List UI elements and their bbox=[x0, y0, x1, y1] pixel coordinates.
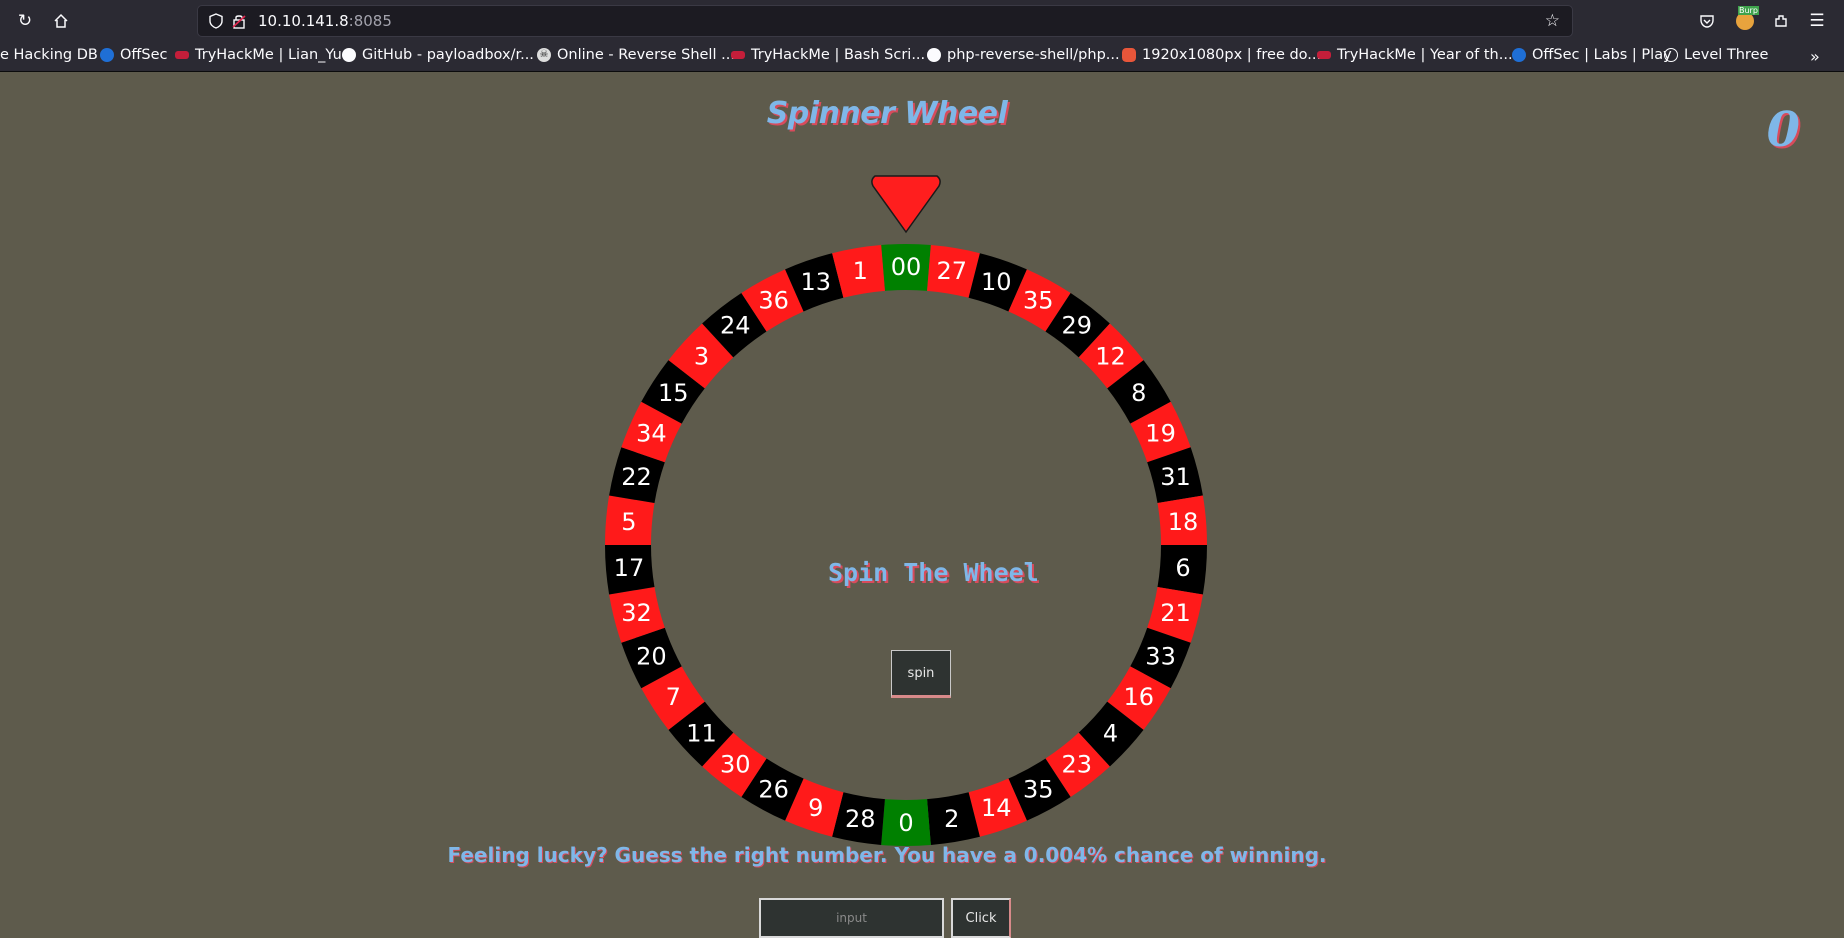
tryhackme-icon bbox=[1317, 51, 1331, 59]
spin-button[interactable]: spin bbox=[891, 650, 951, 698]
wheel-pocket-number: 29 bbox=[1061, 312, 1092, 340]
wheel-pointer bbox=[871, 175, 941, 234]
bookmark-item[interactable]: ☠ Online - Reverse Shell ... bbox=[537, 47, 735, 63]
offsec-icon bbox=[1512, 48, 1526, 62]
bookmark-item[interactable]: OffSec | Labs | Play bbox=[1512, 47, 1672, 63]
instructions-text: Feeling lucky? Guess the right number. Y… bbox=[447, 843, 1327, 867]
wheel-pocket-number: 30 bbox=[720, 750, 751, 778]
wheel-pocket-number: 6 bbox=[1175, 554, 1190, 582]
guess-input[interactable] bbox=[759, 898, 944, 938]
wheel-pocket-number: 24 bbox=[720, 312, 751, 340]
github-icon bbox=[342, 48, 356, 62]
globe-icon bbox=[1664, 48, 1678, 62]
wheel-pocket-number: 22 bbox=[621, 463, 652, 491]
wheel-pocket-number: 18 bbox=[1168, 508, 1199, 536]
extensions-icon[interactable] bbox=[1768, 8, 1794, 34]
wheel-pocket-number: 21 bbox=[1160, 599, 1191, 627]
wheel-pocket-number: 36 bbox=[758, 287, 789, 315]
wheel-pocket-number: 27 bbox=[936, 257, 967, 285]
wheel-pocket-number: 4 bbox=[1103, 719, 1118, 747]
bookmark-star-icon[interactable]: ☆ bbox=[1545, 11, 1560, 31]
wheel-pocket-number: 8 bbox=[1131, 379, 1146, 407]
wheel-pocket-number: 15 bbox=[658, 379, 689, 407]
bookmark-item[interactable]: TryHackMe | Lian_Yu bbox=[175, 47, 342, 63]
bookmarks-bar: e Hacking DB OffSec TryHackMe | Lian_Yu … bbox=[0, 42, 1844, 72]
wheel-pocket-number: 11 bbox=[686, 719, 717, 747]
burp-badge: Burp bbox=[1738, 6, 1759, 15]
reload-icon[interactable]: ↻ bbox=[12, 8, 38, 34]
wheel-caption: Spin The Wheel bbox=[828, 558, 1039, 587]
wheel-pocket-number: 17 bbox=[614, 554, 645, 582]
bookmark-item[interactable]: TryHackMe | Bash Scri... bbox=[731, 47, 925, 63]
wheel-pocket-number: 35 bbox=[1023, 775, 1054, 803]
wheel-pocket-number: 7 bbox=[666, 683, 681, 711]
wheel-pocket-number: 5 bbox=[621, 508, 636, 536]
submit-guess-button[interactable]: Click bbox=[951, 898, 1011, 938]
wheel-pocket-number: 0 bbox=[898, 809, 913, 837]
bookmark-item[interactable]: php-reverse-shell/php... bbox=[927, 47, 1120, 63]
skull-icon: ☠ bbox=[537, 48, 551, 62]
wheel-pocket-number: 1 bbox=[853, 257, 868, 285]
wheel-pocket-number: 00 bbox=[891, 253, 922, 281]
wheel-pocket-number: 33 bbox=[1145, 643, 1176, 671]
wheel-pocket-number: 34 bbox=[636, 419, 667, 447]
home-icon[interactable] bbox=[48, 8, 74, 34]
bookmark-item[interactable]: GitHub - payloadbox/r... bbox=[342, 47, 534, 63]
bookmark-item[interactable]: e Hacking DB bbox=[0, 47, 98, 63]
wheel-pocket-number: 19 bbox=[1145, 419, 1176, 447]
wheel-pocket-number: 26 bbox=[758, 775, 789, 803]
bookmark-item[interactable]: 1920x1080px | free do... bbox=[1122, 47, 1321, 63]
burp-extension-icon[interactable]: Burp bbox=[1732, 6, 1759, 34]
wheel-pocket-number: 10 bbox=[981, 268, 1012, 296]
tryhackme-icon bbox=[175, 51, 189, 59]
page-content: Spinner Wheel 0 00 27 10 35 29 12 8 19 31 18 6 21 33… bbox=[0, 72, 1844, 938]
insecure-lock-icon[interactable] bbox=[231, 13, 247, 33]
shield-icon[interactable] bbox=[208, 13, 224, 33]
wheel-pocket-number: 14 bbox=[981, 794, 1012, 822]
pocket-icon[interactable] bbox=[1694, 8, 1720, 34]
wheel-pocket-number: 31 bbox=[1160, 463, 1191, 491]
wheel-pocket-number: 9 bbox=[808, 794, 823, 822]
offsec-icon bbox=[100, 48, 114, 62]
wheel-pocket-number: 23 bbox=[1061, 750, 1092, 778]
github-icon bbox=[927, 48, 941, 62]
tryhackme-icon bbox=[731, 51, 745, 59]
wheel-pocket-number: 13 bbox=[800, 268, 831, 296]
wheel-pocket-number: 3 bbox=[694, 343, 709, 371]
bookmark-item[interactable]: Level Three bbox=[1664, 47, 1768, 63]
wheel-pocket-number: 2 bbox=[944, 805, 959, 833]
menu-icon[interactable]: ☰ bbox=[1804, 8, 1830, 34]
flame-icon bbox=[1122, 48, 1136, 62]
wheel-pocket-number: 20 bbox=[636, 643, 667, 671]
bookmark-item[interactable]: OffSec bbox=[100, 47, 168, 63]
wheel-pocket-number: 28 bbox=[845, 805, 876, 833]
wheel-pocket-number: 35 bbox=[1023, 287, 1054, 315]
wheel-pocket-number: 16 bbox=[1123, 683, 1154, 711]
roulette-wheel: 00 27 103529128193118621331642335142028926… bbox=[605, 175, 1207, 846]
bookmark-item[interactable]: TryHackMe | Year of th... bbox=[1317, 47, 1513, 63]
url-text: 10.10.141.8:8085 bbox=[258, 12, 392, 30]
wheel-pocket-number: 32 bbox=[621, 599, 652, 627]
browser-toolbar: ↻ 10.10.141.8:8085 ☆ Burp ☰ bbox=[0, 0, 1844, 42]
wheel-pocket-number: 12 bbox=[1095, 343, 1126, 371]
bookmarks-overflow-icon[interactable]: » bbox=[1810, 47, 1820, 66]
address-bar[interactable]: 10.10.141.8:8085 ☆ bbox=[197, 5, 1573, 37]
